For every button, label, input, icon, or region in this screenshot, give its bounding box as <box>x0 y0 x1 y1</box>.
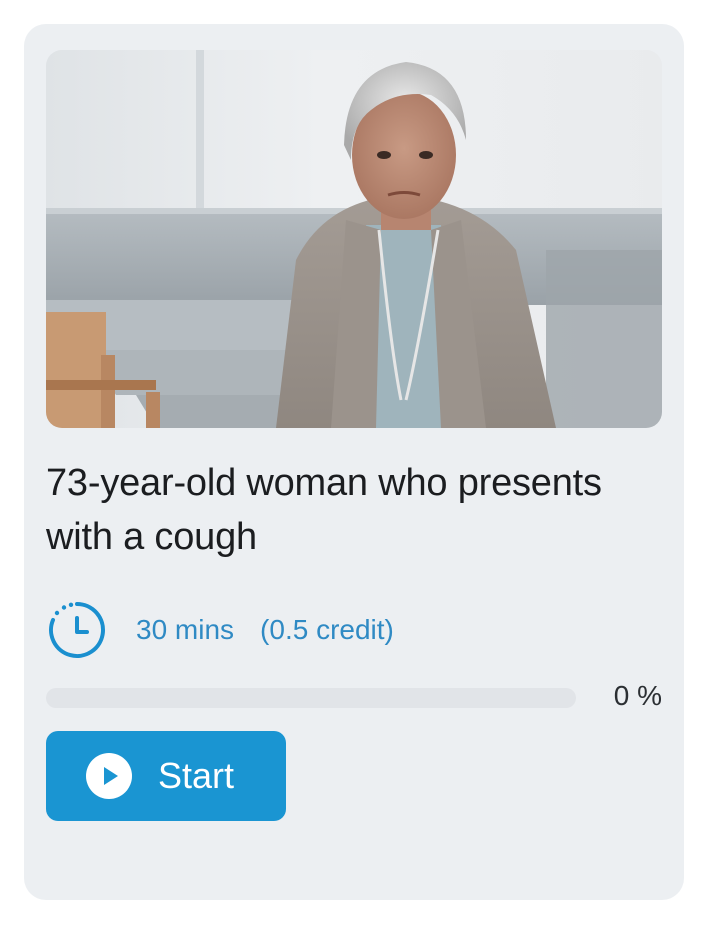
progress-bar <box>46 688 576 708</box>
clock-icon <box>49 602 105 658</box>
progress-percent: 0 % <box>613 680 662 711</box>
case-meta: 30 mins (0.5 credit) <box>46 598 394 662</box>
case-card[interactable]: 73-year-old woman who presents with a co… <box>24 24 684 900</box>
case-title: 73-year-old woman who presents with a co… <box>46 462 602 558</box>
play-icon <box>86 753 132 799</box>
credit-text: (0.5 credit) <box>260 614 394 645</box>
case-thumbnail-image[interactable] <box>46 50 662 428</box>
duration-text: 30 mins <box>136 614 235 645</box>
start-button-label: Start <box>158 755 235 796</box>
start-button[interactable]: Start <box>46 731 286 821</box>
